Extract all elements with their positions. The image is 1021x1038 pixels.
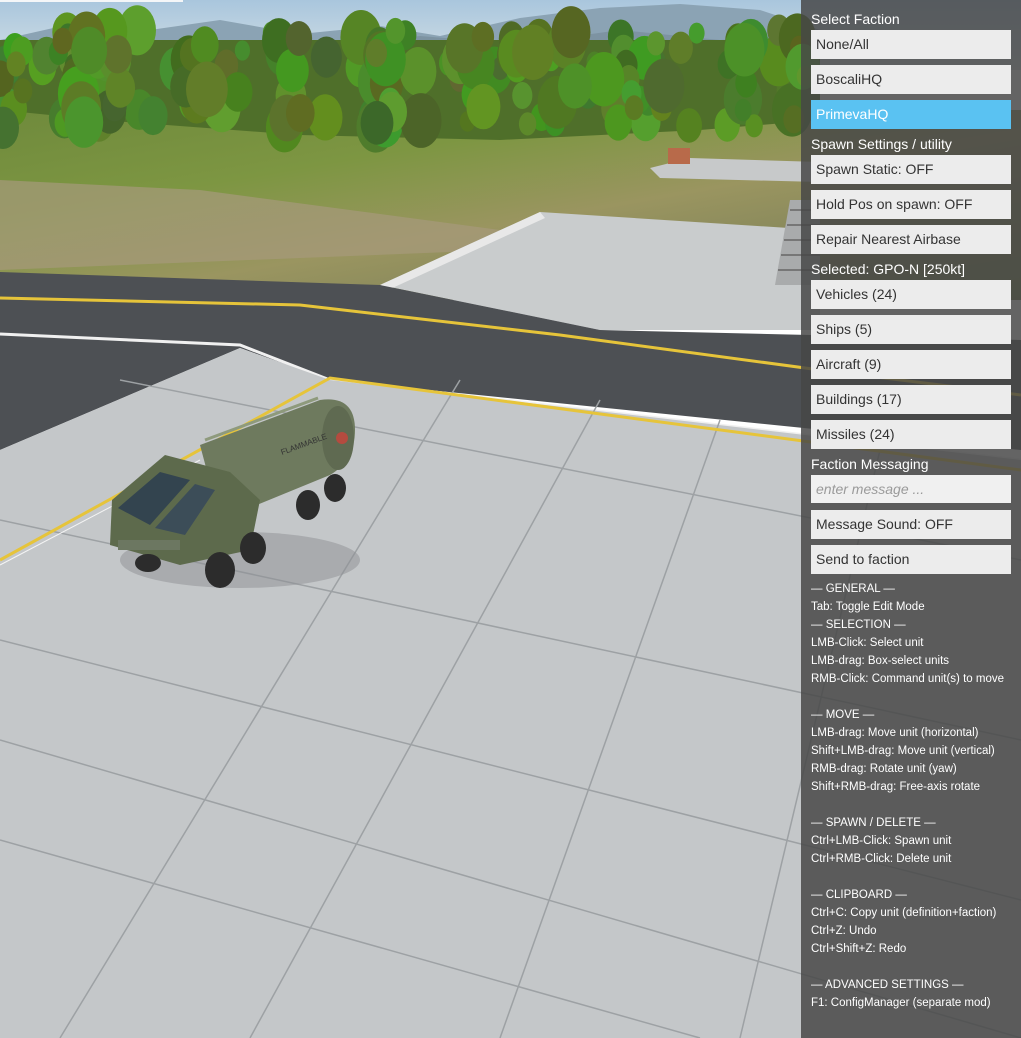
- help-line: — CLIPBOARD —: [811, 889, 907, 901]
- help-line: LMB-Click: Select unit: [811, 637, 924, 649]
- help-line: — SELECTION —: [811, 619, 906, 631]
- spawn-settings-header: Spawn Settings / utility: [811, 136, 952, 152]
- hold-pos-toggle[interactable]: Hold Pos on spawn: OFF: [811, 190, 1011, 219]
- help-line: Ctrl+Shift+Z: Redo: [811, 943, 907, 955]
- category-ships-button[interactable]: Ships (5): [811, 315, 1011, 344]
- category-aircraft-button[interactable]: Aircraft (9): [811, 350, 1011, 379]
- help-line: Ctrl+Z: Undo: [811, 925, 877, 937]
- editor-panel: Select Faction None/All BoscaliHQ Primev…: [801, 0, 1021, 1038]
- faction-none-all-button[interactable]: None/All: [811, 30, 1011, 59]
- top-progress-strip: [0, 0, 183, 2]
- keybind-help: — GENERAL — Tab: Toggle Edit Mode — SELECT…: [811, 580, 1021, 1012]
- help-line: — ADVANCED SETTINGS —: [811, 979, 964, 991]
- help-line: [811, 958, 1021, 976]
- help-line: [811, 688, 1021, 706]
- spawn-static-toggle[interactable]: Spawn Static: OFF: [811, 155, 1011, 184]
- help-line: Ctrl+C: Copy unit (definition+faction): [811, 907, 997, 919]
- help-line: — SPAWN / DELETE —: [811, 817, 936, 829]
- help-line: LMB-drag: Box-select units: [811, 655, 950, 667]
- help-line: Shift+LMB-drag: Move unit (vertical): [811, 745, 995, 757]
- repair-airbase-button[interactable]: Repair Nearest Airbase: [811, 225, 1011, 254]
- selected-unit-header: Selected: GPO-N [250kt]: [811, 261, 966, 277]
- help-line: Shift+RMB-drag: Free-axis rotate: [811, 781, 981, 793]
- category-buildings-button[interactable]: Buildings (17): [811, 385, 1011, 414]
- help-line: [811, 868, 1021, 886]
- help-line: [811, 796, 1021, 814]
- help-line: RMB-drag: Rotate unit (yaw): [811, 763, 957, 775]
- faction-primeva-button[interactable]: PrimevaHQ: [811, 100, 1011, 129]
- faction-header: Select Faction: [811, 11, 900, 27]
- help-line: Tab: Toggle Edit Mode: [811, 601, 925, 613]
- category-vehicles-button[interactable]: Vehicles (24): [811, 280, 1011, 309]
- message-sound-toggle[interactable]: Message Sound: OFF: [811, 510, 1011, 539]
- help-line: — MOVE —: [811, 709, 875, 721]
- help-line: Ctrl+RMB-Click: Delete unit: [811, 853, 952, 865]
- faction-boscali-button[interactable]: BoscaliHQ: [811, 65, 1011, 94]
- send-to-faction-button[interactable]: Send to faction: [811, 545, 1011, 574]
- help-line: F1: ConfigManager (separate mod): [811, 997, 991, 1009]
- faction-messaging-header: Faction Messaging: [811, 456, 929, 472]
- message-input[interactable]: enter message ...: [811, 475, 1011, 503]
- help-line: — GENERAL —: [811, 583, 895, 595]
- category-missiles-button[interactable]: Missiles (24): [811, 420, 1011, 449]
- help-line: Ctrl+LMB-Click: Spawn unit: [811, 835, 952, 847]
- help-line: RMB-Click: Command unit(s) to move: [811, 673, 1004, 685]
- help-line: LMB-drag: Move unit (horizontal): [811, 727, 979, 739]
